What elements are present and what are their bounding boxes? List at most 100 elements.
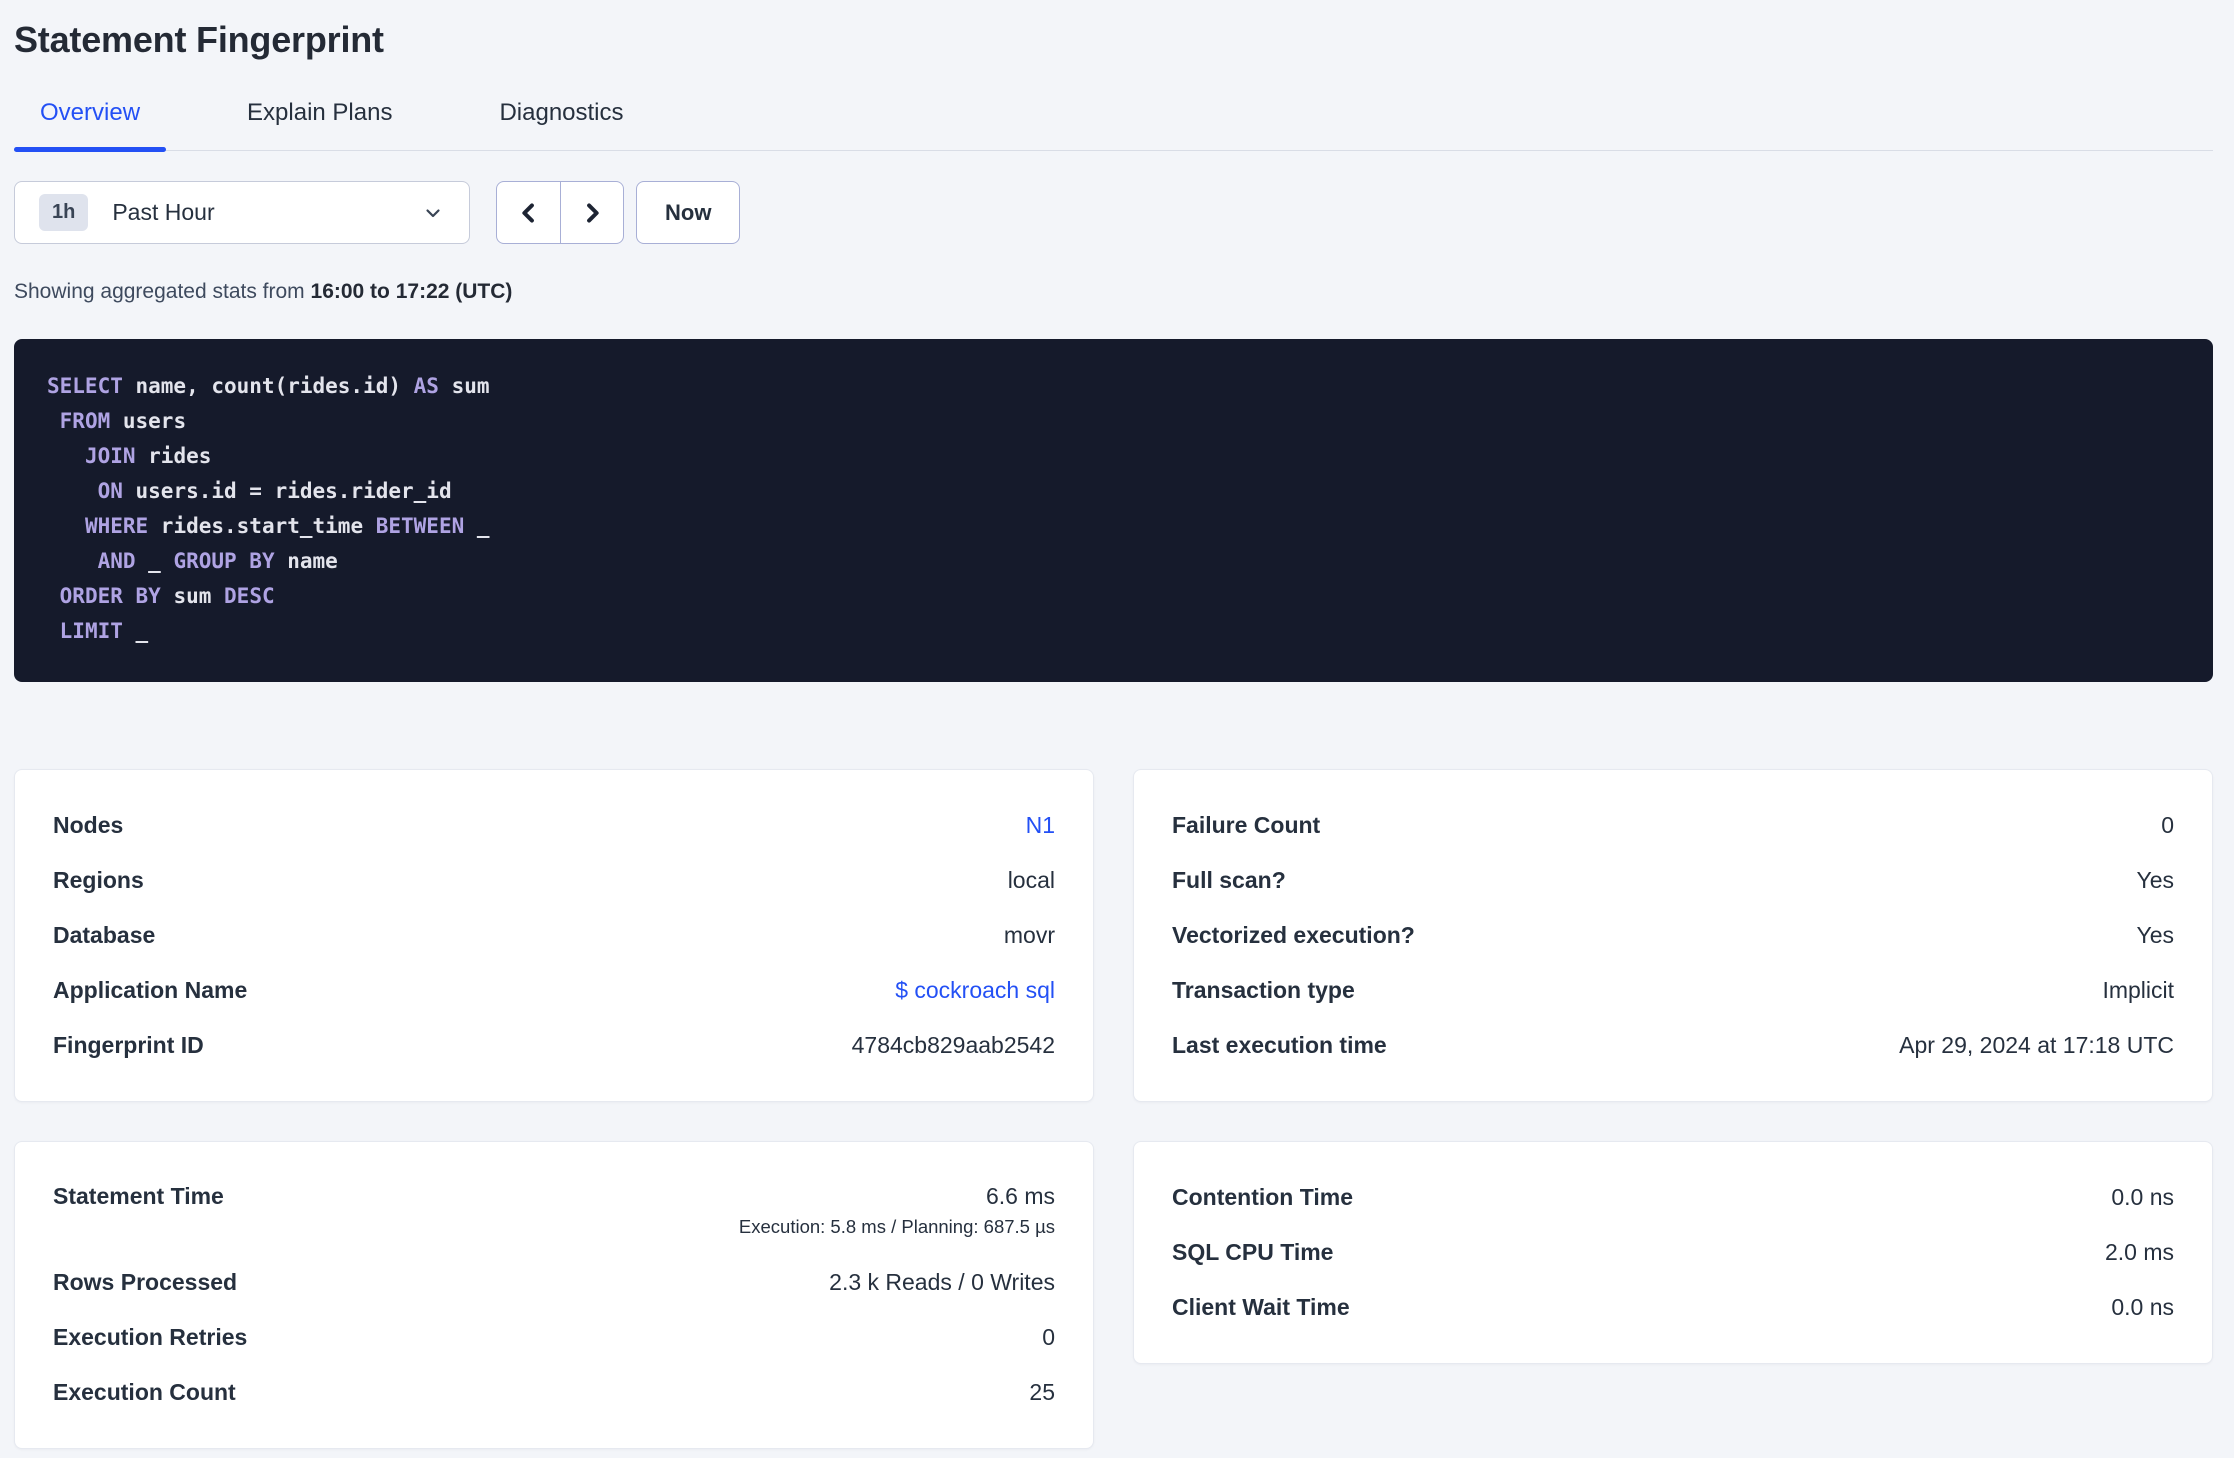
row-label: Contention Time [1172, 1184, 1354, 1210]
card-execution-attributes: Failure Count 0 Full scan? Yes Vectorized ex… [1133, 769, 2213, 1102]
card-row: Client Wait Time 0.0 ns [1172, 1280, 2174, 1335]
card-row: Fingerprint ID 4784cb829aab2542 [53, 1018, 1055, 1073]
card-row: Rows Processed 2.3 k Reads / 0 Writes [53, 1255, 1055, 1310]
card-row: Database movr [53, 908, 1055, 963]
card-row: Full scan? Yes [1172, 853, 2174, 908]
statement-fingerprint-page: Statement Fingerprint Overview Explain Pl… [0, 0, 2234, 1449]
row-value-wrap: 0 [2161, 812, 2174, 839]
card-row: Contention Time 0.0 ns [1172, 1170, 2174, 1225]
row-value: 4784cb829aab2542 [851, 1032, 1055, 1058]
row-value-wrap: 2.0 ms [2105, 1239, 2174, 1266]
row-value-wrap: N1 [1026, 812, 1055, 839]
page-title: Statement Fingerprint [14, 19, 384, 60]
card-row: Nodes N1 [53, 798, 1055, 853]
row-value-wrap: Yes [2136, 867, 2174, 894]
row-label: Full scan? [1172, 867, 1286, 893]
row-value-link[interactable]: $ cockroach sql [895, 977, 1055, 1004]
card-row: Vectorized execution? Yes [1172, 908, 2174, 963]
row-value: 0.0 ns [2111, 1294, 2174, 1320]
time-range-badge: 1h [39, 194, 89, 231]
row-label: Rows Processed [53, 1269, 238, 1295]
summary-cards: Nodes N1 Regions local Database movr Applicati… [14, 769, 2213, 1449]
row-label: Statement Time [53, 1183, 224, 1209]
row-value: 6.6 ms [985, 1183, 1055, 1209]
row-value-wrap: Yes [2136, 922, 2174, 949]
row-label: Fingerprint ID [53, 1032, 204, 1058]
card-row: SQL CPU Time 2.0 ms [1172, 1225, 2174, 1280]
row-value: 2.0 ms [2104, 1239, 2174, 1265]
row-label: Last execution time [1172, 1032, 1387, 1058]
card-row: Transaction type Implicit [1172, 963, 2174, 1018]
row-value-wrap: local [1008, 867, 1055, 894]
row-value-wrap: movr [1004, 922, 1055, 949]
chevron-down-icon [421, 201, 445, 225]
time-controls: 1h Past Hour Now [14, 181, 2213, 244]
row-value-wrap: Implicit [2102, 977, 2174, 1004]
card-row: Execution Retries 0 [53, 1310, 1055, 1365]
row-value: local [1007, 867, 1055, 893]
time-nav-group [496, 181, 624, 244]
time-range-dropdown[interactable]: 1h Past Hour [14, 181, 470, 244]
sql-line: FROM users [59, 409, 187, 433]
row-value: Yes [2136, 867, 2174, 893]
row-value: Yes [2136, 922, 2174, 948]
aggregated-stats-range: 16:00 to 17:22 (UTC) [310, 280, 513, 303]
row-value-wrap: 2.3 k Reads / 0 Writes [829, 1269, 1055, 1296]
sql-line: JOIN rides [84, 444, 212, 468]
row-value: 2.3 k Reads / 0 Writes [829, 1269, 1055, 1295]
row-label: Failure Count [1172, 812, 1321, 838]
previous-interval-button[interactable] [497, 182, 560, 243]
row-subvalue: Execution: 5.8 ms / Planning: 687.5 µs [738, 1216, 1055, 1237]
row-label: Database [53, 922, 156, 948]
sql-line: WHERE rides.start_time BETWEEN _ [84, 514, 490, 538]
tab-overview[interactable]: Overview [14, 98, 167, 152]
row-label: Transaction type [1172, 977, 1355, 1003]
sql-line: SELECT name, count(rides.id) AS sum [47, 374, 490, 398]
row-value: 0 [1042, 1324, 1055, 1350]
tab-bar: Overview Explain Plans Diagnostics [14, 98, 2213, 152]
card-wait-timings: Contention Time 0.0 ns SQL CPU Time 2.0 ms C… [1133, 1141, 2213, 1364]
sql-line: LIMIT _ [59, 619, 149, 643]
row-label: SQL CPU Time [1172, 1239, 1334, 1265]
row-value-wrap: 0.0 ns [2111, 1294, 2174, 1321]
now-button[interactable]: Now [636, 181, 741, 244]
row-value: Apr 29, 2024 at 17:18 UTC [1899, 1032, 2174, 1058]
row-value: 0.0 ns [2111, 1184, 2174, 1210]
row-value-wrap: $ cockroach sql [895, 977, 1055, 1004]
row-label: Client Wait Time [1172, 1294, 1350, 1320]
row-value-link[interactable]: N1 [1026, 812, 1055, 839]
card-row: Application Name $ cockroach sql [53, 963, 1055, 1018]
sql-line: AND _ GROUP BY name [97, 549, 338, 573]
row-value-wrap: 25 [1029, 1379, 1055, 1406]
sql-line: ORDER BY sum DESC [59, 584, 275, 608]
row-value-wrap: 4784cb829aab2542 [852, 1032, 1055, 1059]
row-label: Execution Count [53, 1379, 236, 1405]
sql-line: ON users.id = rides.rider_id [97, 479, 452, 503]
row-value: Implicit [2102, 977, 2174, 1003]
aggregated-stats-line: Showing aggregated stats from 16:00 to 1… [14, 278, 2213, 306]
row-value-wrap: 0.0 ns [2111, 1184, 2174, 1211]
row-label: Regions [53, 867, 144, 893]
row-label: Execution Retries [53, 1324, 248, 1350]
card-row: Statement Time 6.6 ms Execution: 5.8 ms / … [53, 1170, 1055, 1255]
aggregated-stats-prefix: Showing aggregated stats from [14, 280, 311, 303]
card-row: Last execution time Apr 29, 2024 at 17:18… [1172, 1018, 2174, 1073]
row-value-wrap: 0 [1042, 1324, 1055, 1351]
card-statement-timings: Statement Time 6.6 ms Execution: 5.8 ms / … [14, 1141, 1094, 1449]
card-row: Regions local [53, 853, 1055, 908]
tab-diagnostics[interactable]: Diagnostics [473, 98, 649, 150]
time-range-label: Past Hour [112, 199, 215, 225]
row-value-wrap: Apr 29, 2024 at 17:18 UTC [1899, 1032, 2174, 1059]
row-value-wrap: 6.6 ms Execution: 5.8 ms / Planning: 687.… [739, 1183, 1055, 1238]
tab-explain-plans[interactable]: Explain Plans [221, 98, 418, 150]
card-statement-details: Nodes N1 Regions local Database movr Applicati… [14, 769, 1094, 1102]
card-row: Failure Count 0 [1172, 798, 2174, 853]
row-value: movr [1003, 922, 1055, 948]
row-value: 25 [1029, 1379, 1055, 1405]
chevron-left-icon [515, 198, 543, 228]
next-interval-button[interactable] [560, 182, 623, 243]
sql-statement-box: SELECT name, count(rides.id) AS sum FROM… [14, 339, 2213, 682]
card-row: Execution Count 25 [53, 1365, 1055, 1420]
chevron-right-icon [578, 198, 606, 228]
row-label: Nodes [53, 812, 124, 838]
